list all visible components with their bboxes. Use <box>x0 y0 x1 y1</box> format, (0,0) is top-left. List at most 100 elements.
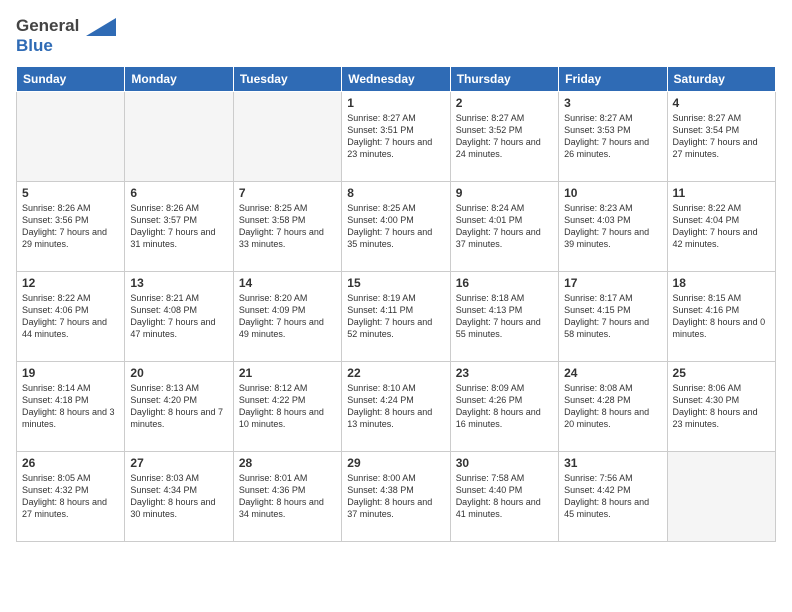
cell-date: 24 <box>564 366 661 380</box>
cell-date: 20 <box>130 366 227 380</box>
calendar-cell: 1 Sunrise: 8:27 AMSunset: 3:51 PMDayligh… <box>342 92 450 182</box>
calendar-cell: 5 Sunrise: 8:26 AMSunset: 3:56 PMDayligh… <box>17 182 125 272</box>
cell-date: 18 <box>673 276 770 290</box>
calendar-cell: 10 Sunrise: 8:23 AMSunset: 4:03 PMDaylig… <box>559 182 667 272</box>
calendar-cell: 19 Sunrise: 8:14 AMSunset: 4:18 PMDaylig… <box>17 362 125 452</box>
calendar-cell: 26 Sunrise: 8:05 AMSunset: 4:32 PMDaylig… <box>17 452 125 542</box>
cell-date: 10 <box>564 186 661 200</box>
cell-info: Sunrise: 8:22 AMSunset: 4:06 PMDaylight:… <box>22 292 119 341</box>
cell-info: Sunrise: 8:24 AMSunset: 4:01 PMDaylight:… <box>456 202 553 251</box>
calendar-cell: 2 Sunrise: 8:27 AMSunset: 3:52 PMDayligh… <box>450 92 558 182</box>
day-header-wednesday: Wednesday <box>342 67 450 92</box>
calendar-cell: 30 Sunrise: 7:58 AMSunset: 4:40 PMDaylig… <box>450 452 558 542</box>
day-header-sunday: Sunday <box>17 67 125 92</box>
cell-date: 28 <box>239 456 336 470</box>
logo-blue-row: Blue <box>16 36 53 56</box>
cell-date: 11 <box>673 186 770 200</box>
cell-date: 30 <box>456 456 553 470</box>
calendar-cell: 9 Sunrise: 8:24 AMSunset: 4:01 PMDayligh… <box>450 182 558 272</box>
cell-info: Sunrise: 8:19 AMSunset: 4:11 PMDaylight:… <box>347 292 444 341</box>
cell-info: Sunrise: 8:06 AMSunset: 4:30 PMDaylight:… <box>673 382 770 431</box>
calendar-cell: 8 Sunrise: 8:25 AMSunset: 4:00 PMDayligh… <box>342 182 450 272</box>
calendar-cell: 24 Sunrise: 8:08 AMSunset: 4:28 PMDaylig… <box>559 362 667 452</box>
calendar-cell: 27 Sunrise: 8:03 AMSunset: 4:34 PMDaylig… <box>125 452 233 542</box>
cell-date: 14 <box>239 276 336 290</box>
cell-date: 17 <box>564 276 661 290</box>
cell-date: 21 <box>239 366 336 380</box>
cell-date: 29 <box>347 456 444 470</box>
calendar-cell: 7 Sunrise: 8:25 AMSunset: 3:58 PMDayligh… <box>233 182 341 272</box>
cell-info: Sunrise: 7:56 AMSunset: 4:42 PMDaylight:… <box>564 472 661 521</box>
cell-info: Sunrise: 8:23 AMSunset: 4:03 PMDaylight:… <box>564 202 661 251</box>
cell-info: Sunrise: 8:21 AMSunset: 4:08 PMDaylight:… <box>130 292 227 341</box>
cell-date: 9 <box>456 186 553 200</box>
cell-date: 16 <box>456 276 553 290</box>
cell-date: 3 <box>564 96 661 110</box>
cell-date: 8 <box>347 186 444 200</box>
day-header-tuesday: Tuesday <box>233 67 341 92</box>
calendar-cell: 3 Sunrise: 8:27 AMSunset: 3:53 PMDayligh… <box>559 92 667 182</box>
cell-date: 27 <box>130 456 227 470</box>
cell-date: 2 <box>456 96 553 110</box>
calendar-table: SundayMondayTuesdayWednesdayThursdayFrid… <box>16 66 776 542</box>
calendar-cell: 22 Sunrise: 8:10 AMSunset: 4:24 PMDaylig… <box>342 362 450 452</box>
cell-info: Sunrise: 8:05 AMSunset: 4:32 PMDaylight:… <box>22 472 119 521</box>
calendar-cell: 4 Sunrise: 8:27 AMSunset: 3:54 PMDayligh… <box>667 92 775 182</box>
cell-info: Sunrise: 8:25 AMSunset: 4:00 PMDaylight:… <box>347 202 444 251</box>
cell-info: Sunrise: 8:27 AMSunset: 3:53 PMDaylight:… <box>564 112 661 161</box>
day-header-thursday: Thursday <box>450 67 558 92</box>
calendar-cell: 29 Sunrise: 8:00 AMSunset: 4:38 PMDaylig… <box>342 452 450 542</box>
cell-info: Sunrise: 8:18 AMSunset: 4:13 PMDaylight:… <box>456 292 553 341</box>
calendar-cell: 6 Sunrise: 8:26 AMSunset: 3:57 PMDayligh… <box>125 182 233 272</box>
cell-info: Sunrise: 8:14 AMSunset: 4:18 PMDaylight:… <box>22 382 119 431</box>
cell-info: Sunrise: 8:27 AMSunset: 3:54 PMDaylight:… <box>673 112 770 161</box>
calendar-cell: 17 Sunrise: 8:17 AMSunset: 4:15 PMDaylig… <box>559 272 667 362</box>
cell-info: Sunrise: 8:15 AMSunset: 4:16 PMDaylight:… <box>673 292 770 341</box>
cell-date: 13 <box>130 276 227 290</box>
calendar-cell: 15 Sunrise: 8:19 AMSunset: 4:11 PMDaylig… <box>342 272 450 362</box>
day-header-saturday: Saturday <box>667 67 775 92</box>
cell-info: Sunrise: 8:00 AMSunset: 4:38 PMDaylight:… <box>347 472 444 521</box>
cell-info: Sunrise: 8:10 AMSunset: 4:24 PMDaylight:… <box>347 382 444 431</box>
calendar-cell: 14 Sunrise: 8:20 AMSunset: 4:09 PMDaylig… <box>233 272 341 362</box>
calendar-cell <box>125 92 233 182</box>
cell-info: Sunrise: 8:26 AMSunset: 3:57 PMDaylight:… <box>130 202 227 251</box>
logo-blue: Blue <box>16 36 53 55</box>
cell-info: Sunrise: 8:03 AMSunset: 4:34 PMDaylight:… <box>130 472 227 521</box>
cell-info: Sunrise: 8:25 AMSunset: 3:58 PMDaylight:… <box>239 202 336 251</box>
cell-date: 15 <box>347 276 444 290</box>
cell-info: Sunrise: 8:01 AMSunset: 4:36 PMDaylight:… <box>239 472 336 521</box>
cell-info: Sunrise: 8:22 AMSunset: 4:04 PMDaylight:… <box>673 202 770 251</box>
calendar-cell: 25 Sunrise: 8:06 AMSunset: 4:30 PMDaylig… <box>667 362 775 452</box>
cell-date: 25 <box>673 366 770 380</box>
cell-date: 19 <box>22 366 119 380</box>
cell-info: Sunrise: 8:13 AMSunset: 4:20 PMDaylight:… <box>130 382 227 431</box>
calendar-cell: 11 Sunrise: 8:22 AMSunset: 4:04 PMDaylig… <box>667 182 775 272</box>
cell-date: 31 <box>564 456 661 470</box>
calendar-cell: 23 Sunrise: 8:09 AMSunset: 4:26 PMDaylig… <box>450 362 558 452</box>
calendar-cell: 20 Sunrise: 8:13 AMSunset: 4:20 PMDaylig… <box>125 362 233 452</box>
calendar-cell: 12 Sunrise: 8:22 AMSunset: 4:06 PMDaylig… <box>17 272 125 362</box>
calendar-cell <box>17 92 125 182</box>
cell-date: 5 <box>22 186 119 200</box>
cell-date: 22 <box>347 366 444 380</box>
cell-info: Sunrise: 8:26 AMSunset: 3:56 PMDaylight:… <box>22 202 119 251</box>
calendar-cell <box>667 452 775 542</box>
cell-date: 1 <box>347 96 444 110</box>
cell-date: 26 <box>22 456 119 470</box>
cell-date: 7 <box>239 186 336 200</box>
logo-text: General <box>16 16 116 36</box>
logo: General Blue <box>16 16 116 56</box>
cell-date: 23 <box>456 366 553 380</box>
cell-info: Sunrise: 8:17 AMSunset: 4:15 PMDaylight:… <box>564 292 661 341</box>
calendar-cell: 31 Sunrise: 7:56 AMSunset: 4:42 PMDaylig… <box>559 452 667 542</box>
cell-info: Sunrise: 8:08 AMSunset: 4:28 PMDaylight:… <box>564 382 661 431</box>
logo-general: General <box>16 16 79 35</box>
cell-info: Sunrise: 7:58 AMSunset: 4:40 PMDaylight:… <box>456 472 553 521</box>
cell-info: Sunrise: 8:27 AMSunset: 3:52 PMDaylight:… <box>456 112 553 161</box>
cell-date: 4 <box>673 96 770 110</box>
day-header-friday: Friday <box>559 67 667 92</box>
day-header-monday: Monday <box>125 67 233 92</box>
calendar-cell: 13 Sunrise: 8:21 AMSunset: 4:08 PMDaylig… <box>125 272 233 362</box>
cell-date: 6 <box>130 186 227 200</box>
